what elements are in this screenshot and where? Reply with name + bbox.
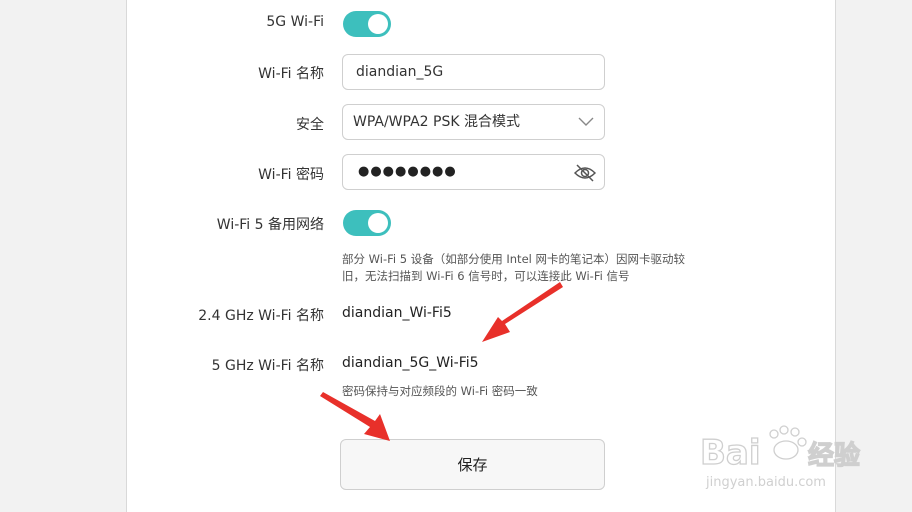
- security-select[interactable]: WPA/WPA2 PSK 混合模式: [342, 104, 605, 140]
- svg-text:经验: 经验: [808, 440, 860, 471]
- chevron-down-icon: [578, 117, 594, 126]
- name-24ghz-value: diandian_Wi-Fi5: [342, 305, 452, 321]
- wifi5-backup-toggle[interactable]: [343, 210, 391, 236]
- password-masked-value: ●●●●●●●●: [358, 164, 457, 179]
- wifi-name-field[interactable]: [342, 54, 605, 90]
- eye-hidden-icon[interactable]: [574, 163, 596, 183]
- name-24ghz-label: 2.4 GHz Wi-Fi 名称: [198, 308, 324, 324]
- wifi-password-field[interactable]: ●●●●●●●●: [342, 154, 605, 190]
- wifi-name-input[interactable]: [356, 55, 576, 89]
- svg-text:Bai: Bai: [700, 433, 761, 473]
- security-label: 安全: [296, 117, 324, 133]
- wifi-password-label: Wi-Fi 密码: [258, 167, 324, 183]
- wifi5-backup-label: Wi-Fi 5 备用网络: [216, 217, 324, 233]
- security-selected-value: WPA/WPA2 PSK 混合模式: [353, 114, 520, 130]
- name-5ghz-value: diandian_5G_Wi-Fi5: [342, 355, 479, 371]
- name-5ghz-note: 密码保持与对应频段的 Wi-Fi 密码一致: [342, 384, 538, 398]
- wifi5-backup-note: 部分 Wi-Fi 5 设备（如部分使用 Intel 网卡的笔记本）因网卡驱动较旧…: [342, 252, 685, 283]
- toggle-knob: [368, 14, 388, 34]
- toggle-knob: [368, 213, 388, 233]
- wifi-5g-toggle[interactable]: [343, 11, 391, 37]
- wifi-name-label: Wi-Fi 名称: [258, 66, 324, 82]
- baidu-jingyan-watermark: Bai 经验 jingyan.baidu.com: [700, 425, 861, 490]
- svg-text:jingyan.baidu.com: jingyan.baidu.com: [705, 475, 826, 490]
- save-button[interactable]: 保存: [340, 439, 605, 490]
- wifi-5g-label: 5G Wi-Fi: [266, 14, 324, 30]
- name-5ghz-label: 5 GHz Wi-Fi 名称: [211, 358, 324, 374]
